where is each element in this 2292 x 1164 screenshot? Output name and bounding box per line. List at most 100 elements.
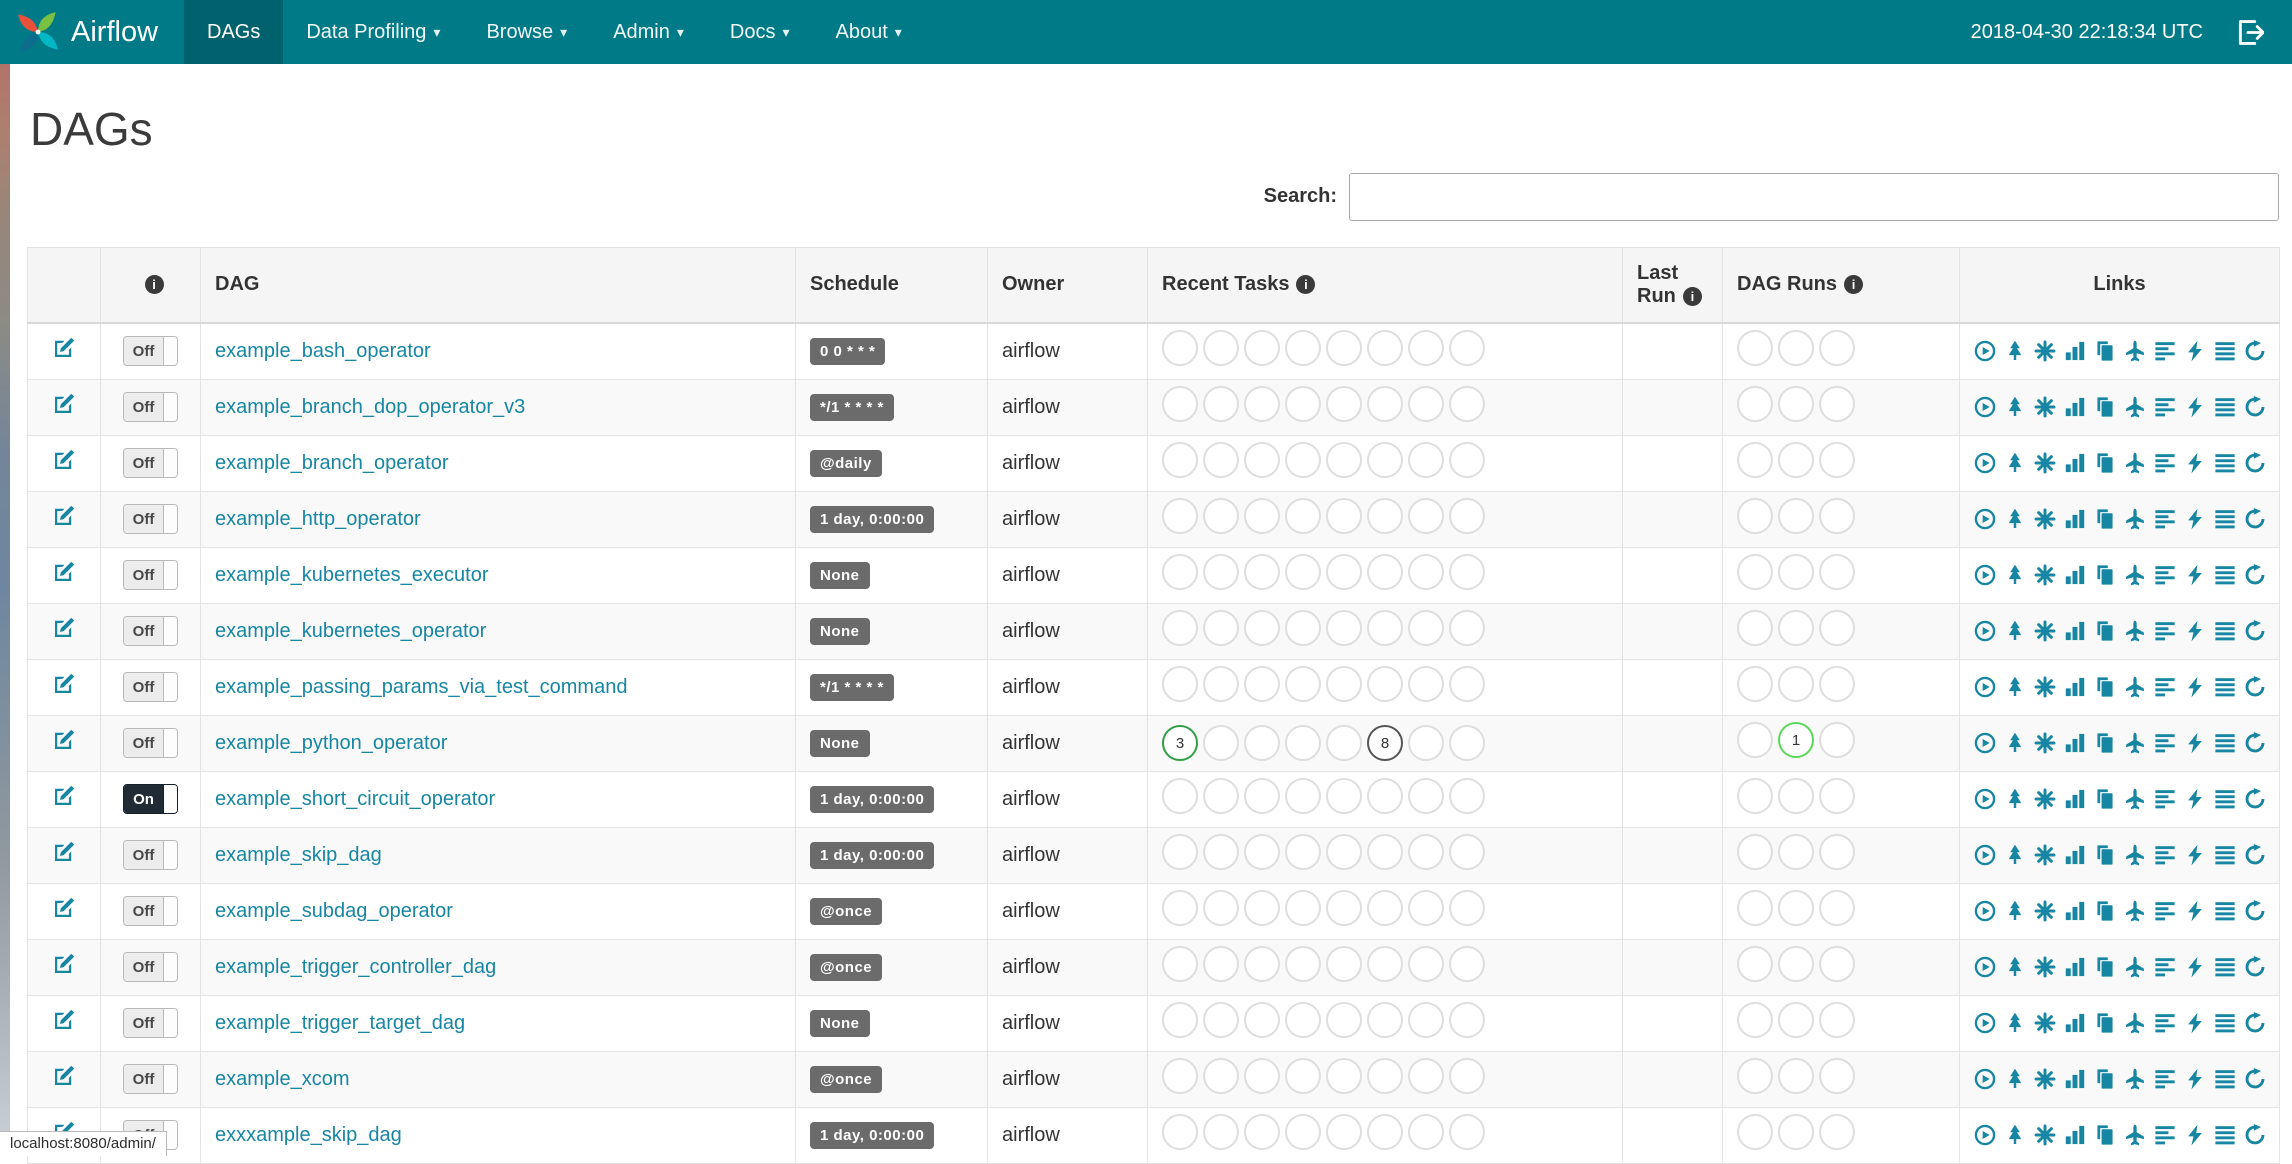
gantt-icon[interactable] <box>2154 676 2176 698</box>
task-status-circle[interactable] <box>1367 554 1403 591</box>
graph-view-icon[interactable] <box>2034 452 2056 474</box>
gantt-icon[interactable] <box>2154 1068 2176 1090</box>
task-status-circle[interactable] <box>1285 442 1321 479</box>
task-duration-icon[interactable] <box>2064 340 2086 362</box>
graph-view-icon[interactable] <box>2034 1012 2056 1034</box>
dag-pause-toggle[interactable]: Off <box>122 560 179 591</box>
task-status-circle[interactable] <box>1244 554 1280 591</box>
task-status-circle[interactable] <box>1326 610 1362 647</box>
refresh-icon[interactable] <box>2244 620 2266 642</box>
task-status-circle[interactable] <box>1203 834 1239 871</box>
dag-run-circle[interactable] <box>1819 554 1855 591</box>
landing-times-icon[interactable] <box>2124 844 2146 866</box>
refresh-icon[interactable] <box>2244 676 2266 698</box>
task-status-circle[interactable] <box>1367 330 1403 367</box>
edit-dag-icon[interactable] <box>52 392 76 416</box>
task-status-circle[interactable] <box>1449 666 1485 703</box>
edit-dag-icon[interactable] <box>52 896 76 920</box>
gantt-icon[interactable] <box>2154 788 2176 810</box>
gantt-icon[interactable] <box>2154 340 2176 362</box>
task-status-circle[interactable] <box>1326 386 1362 423</box>
task-status-circle[interactable] <box>1408 778 1444 815</box>
logs-icon[interactable] <box>2214 1124 2236 1146</box>
code-view-icon[interactable] <box>2184 1012 2206 1034</box>
dag-pause-toggle[interactable]: Off <box>122 952 179 983</box>
task-status-circle[interactable] <box>1244 498 1280 535</box>
task-status-circle[interactable] <box>1203 386 1239 423</box>
tree-view-icon[interactable] <box>2004 1068 2026 1090</box>
dag-pause-toggle[interactable]: Off <box>122 1064 179 1095</box>
edit-dag-icon[interactable] <box>52 616 76 640</box>
landing-times-icon[interactable] <box>2124 956 2146 978</box>
tree-view-icon[interactable] <box>2004 396 2026 418</box>
task-status-circle[interactable] <box>1367 1058 1403 1095</box>
dag-run-circle[interactable] <box>1778 442 1814 479</box>
dag-run-circle[interactable] <box>1737 498 1773 535</box>
task-status-circle[interactable] <box>1408 610 1444 647</box>
task-status-circle[interactable] <box>1367 666 1403 703</box>
task-status-circle[interactable] <box>1162 330 1198 367</box>
task-status-circle[interactable] <box>1162 610 1198 647</box>
task-duration-icon[interactable] <box>2064 676 2086 698</box>
dag-pause-toggle[interactable]: Off <box>122 504 179 535</box>
task-tries-icon[interactable] <box>2094 340 2116 362</box>
landing-times-icon[interactable] <box>2124 1012 2146 1034</box>
tree-view-icon[interactable] <box>2004 788 2026 810</box>
gantt-icon[interactable] <box>2154 1124 2176 1146</box>
task-status-circle[interactable] <box>1244 890 1280 927</box>
landing-times-icon[interactable] <box>2124 508 2146 530</box>
gantt-icon[interactable] <box>2154 508 2176 530</box>
task-status-circle[interactable] <box>1408 1114 1444 1151</box>
dag-run-circle[interactable] <box>1819 1058 1855 1095</box>
trigger-dag-icon[interactable] <box>1974 788 1996 810</box>
dag-pause-toggle[interactable]: Off <box>122 1008 179 1039</box>
dag-run-circle[interactable] <box>1737 386 1773 423</box>
dag-run-circle[interactable] <box>1819 442 1855 479</box>
trigger-dag-icon[interactable] <box>1974 452 1996 474</box>
dag-run-circle[interactable] <box>1737 834 1773 871</box>
task-duration-icon[interactable] <box>2064 732 2086 754</box>
task-status-circle[interactable] <box>1203 1002 1239 1039</box>
tree-view-icon[interactable] <box>2004 844 2026 866</box>
logs-icon[interactable] <box>2214 620 2236 642</box>
task-status-circle[interactable] <box>1285 1058 1321 1095</box>
nav-item-data-profiling[interactable]: Data Profiling ▾ <box>283 0 463 64</box>
task-duration-icon[interactable] <box>2064 452 2086 474</box>
task-status-circle[interactable] <box>1285 834 1321 871</box>
task-tries-icon[interactable] <box>2094 1012 2116 1034</box>
task-tries-icon[interactable] <box>2094 508 2116 530</box>
tree-view-icon[interactable] <box>2004 1124 2026 1146</box>
gantt-icon[interactable] <box>2154 900 2176 922</box>
landing-times-icon[interactable] <box>2124 1124 2146 1146</box>
dag-pause-toggle[interactable]: On <box>123 784 178 815</box>
task-status-circle[interactable] <box>1162 1002 1198 1039</box>
logs-icon[interactable] <box>2214 564 2236 586</box>
task-status-circle[interactable] <box>1285 1002 1321 1039</box>
logs-icon[interactable] <box>2214 900 2236 922</box>
code-view-icon[interactable] <box>2184 1124 2206 1146</box>
task-status-circle[interactable] <box>1326 946 1362 983</box>
task-tries-icon[interactable] <box>2094 732 2116 754</box>
logs-icon[interactable] <box>2214 676 2236 698</box>
task-status-circle[interactable] <box>1203 1114 1239 1151</box>
dag-run-circle[interactable] <box>1778 1058 1814 1095</box>
dag-run-circle[interactable] <box>1737 1058 1773 1095</box>
edit-dag-icon[interactable] <box>52 1008 76 1032</box>
task-tries-icon[interactable] <box>2094 1124 2116 1146</box>
task-duration-icon[interactable] <box>2064 396 2086 418</box>
trigger-dag-icon[interactable] <box>1974 844 1996 866</box>
task-status-circle[interactable] <box>1449 778 1485 815</box>
task-status-circle[interactable] <box>1244 1114 1280 1151</box>
task-status-circle[interactable] <box>1408 1002 1444 1039</box>
task-tries-icon[interactable] <box>2094 788 2116 810</box>
dag-link[interactable]: example_xcom <box>215 1068 350 1090</box>
task-status-circle[interactable] <box>1162 386 1198 423</box>
task-status-circle[interactable] <box>1203 554 1239 591</box>
task-status-circle[interactable] <box>1244 666 1280 703</box>
dag-run-circle[interactable] <box>1819 330 1855 367</box>
logs-icon[interactable] <box>2214 396 2236 418</box>
task-status-circle[interactable] <box>1162 554 1198 591</box>
dag-run-circle[interactable] <box>1778 834 1814 871</box>
gantt-icon[interactable] <box>2154 1012 2176 1034</box>
graph-view-icon[interactable] <box>2034 620 2056 642</box>
